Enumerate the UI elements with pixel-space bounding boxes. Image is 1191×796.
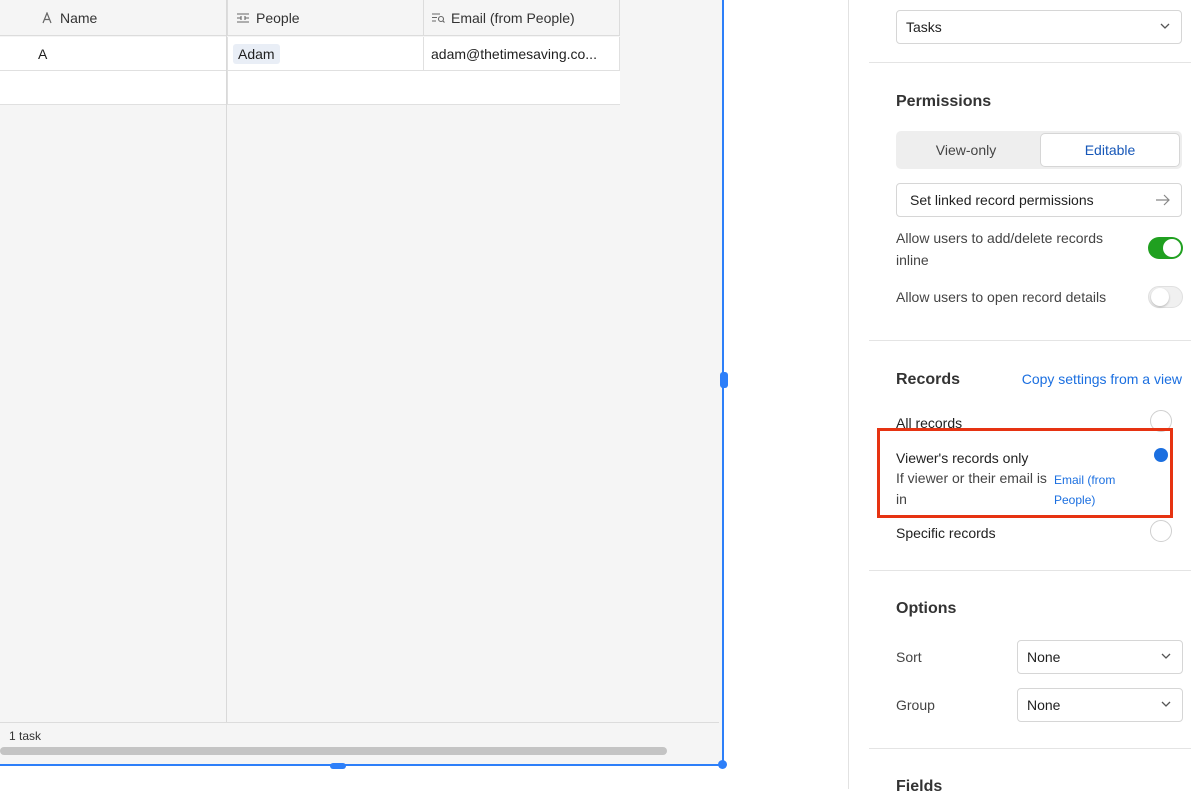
allow-add-delete-label: Allow users to add/delete records inline xyxy=(896,230,1103,268)
column-header-label: Email (from People) xyxy=(451,10,575,26)
allow-open-details-toggle[interactable] xyxy=(1148,286,1183,308)
permissions-title: Permissions xyxy=(896,93,992,110)
cell-email[interactable]: adam@thetimesaving.co... xyxy=(423,37,620,70)
column-header-label: Name xyxy=(60,10,98,26)
column-header-email-from-people[interactable]: Email (from People) xyxy=(423,0,620,36)
allow-open-details-label: Allow users to open record details xyxy=(896,289,1107,305)
arrow-right-icon xyxy=(1156,194,1170,206)
highlight-annotation xyxy=(877,428,1173,518)
source-table-value: Tasks xyxy=(906,19,942,35)
toggle-knob xyxy=(1151,288,1169,306)
column-header-people[interactable]: People xyxy=(227,0,423,36)
section-divider xyxy=(869,340,1191,341)
cell-people[interactable]: Adam xyxy=(227,37,423,70)
view-only-option[interactable]: View-only xyxy=(899,134,1033,166)
group-value: None xyxy=(1027,697,1061,713)
resize-handle-bottom[interactable] xyxy=(330,763,346,769)
table-row[interactable]: A Adam adam@thetimesaving.co... xyxy=(0,37,620,71)
section-divider xyxy=(869,570,1191,571)
linked-record-permissions-label: Set linked record permissions xyxy=(910,192,1094,208)
chevron-down-icon xyxy=(1160,23,1170,29)
toggle-knob xyxy=(1163,239,1181,257)
linked-record-permissions-button[interactable]: Set linked record permissions xyxy=(896,183,1182,217)
cell-name[interactable] xyxy=(0,71,227,104)
sort-label: Sort xyxy=(896,649,922,665)
horizontal-scrollbar[interactable] xyxy=(0,747,667,755)
cell-name[interactable]: A xyxy=(0,37,227,70)
options-title: Options xyxy=(896,600,957,617)
grid-header-row: Name People Email (from People) xyxy=(0,0,620,36)
lookup-icon xyxy=(431,11,445,25)
sort-value: None xyxy=(1027,649,1061,665)
records-title: Records xyxy=(896,371,961,388)
grid-body: Name People Email (from People) A Adam a… xyxy=(0,0,719,760)
allow-add-delete-toggle[interactable] xyxy=(1148,237,1183,259)
fields-title: Fields xyxy=(896,778,943,795)
specific-records-radio[interactable] xyxy=(1150,520,1172,542)
section-divider xyxy=(869,748,1191,749)
linked-record-icon xyxy=(236,11,250,25)
resize-handle-corner[interactable] xyxy=(718,760,727,769)
primary-column-divider xyxy=(226,0,227,760)
properties-panel: Tasks Permissions View-only Editable Set… xyxy=(848,0,1191,795)
permission-mode-toggle: View-only Editable xyxy=(896,131,1182,169)
specific-records-label: Specific records xyxy=(896,525,996,541)
record-count: 1 task xyxy=(9,729,42,743)
group-select[interactable]: None xyxy=(1017,688,1183,722)
linked-record-chip[interactable]: Adam xyxy=(233,43,280,64)
cell-people[interactable] xyxy=(227,71,423,104)
column-header-label: People xyxy=(256,10,300,26)
sort-select[interactable]: None xyxy=(1017,640,1183,674)
source-table-select[interactable]: Tasks xyxy=(896,10,1182,44)
resize-handle-right[interactable] xyxy=(720,372,728,388)
editable-option[interactable]: Editable xyxy=(1041,134,1179,166)
copy-settings-link[interactable]: Copy settings from a view xyxy=(1022,371,1182,387)
column-header-name[interactable]: Name xyxy=(0,0,227,36)
section-divider xyxy=(869,62,1191,63)
chevron-down-icon xyxy=(1161,653,1171,659)
group-label: Group xyxy=(896,697,935,713)
text-field-icon xyxy=(40,11,54,25)
chevron-down-icon xyxy=(1161,701,1171,707)
table-row-add[interactable] xyxy=(0,71,620,105)
interface-grid-element[interactable]: Name People Email (from People) A Adam a… xyxy=(0,0,724,766)
